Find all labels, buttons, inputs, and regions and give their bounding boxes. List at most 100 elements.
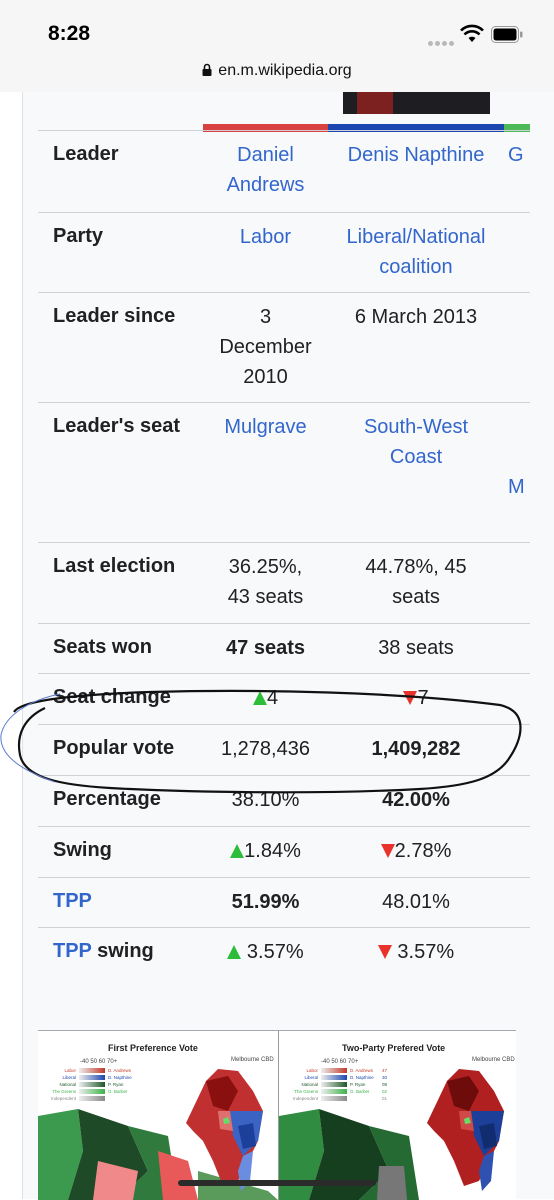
greens-value-cell-clipped[interactable]: G [508, 140, 548, 170]
labor-value-cell: 3.57% [203, 937, 328, 967]
first-preference-map [38, 1069, 278, 1200]
cell-text: 3.57% [391, 941, 455, 963]
cell-text: 2010 [243, 366, 288, 388]
greens-value-cell-clipped[interactable]: M [508, 472, 548, 502]
coalition-value-cell: 3.57% [328, 937, 504, 967]
cell-text: 47 seats [226, 637, 305, 659]
cell-text: Andrews [226, 174, 305, 196]
coalition-value-cell: 7 [328, 683, 504, 713]
cell-text: coalition [379, 256, 453, 278]
row-label: Swing [53, 839, 112, 862]
gain-arrow-up-icon [227, 945, 242, 959]
coalition-value-cell: 2.78% [328, 836, 504, 866]
table-row-divider [38, 826, 530, 827]
table-row-divider [38, 623, 530, 624]
coalition-value-cell: 1,409,282 [328, 734, 504, 764]
cell-text: South-West [363, 416, 469, 438]
coalition-value-cell[interactable]: South-West Coast [328, 412, 504, 472]
row-label-text[interactable]: TPP [53, 940, 92, 962]
row-label-text[interactable]: TPP [53, 890, 92, 912]
table-row-divider [38, 724, 530, 725]
cell-text: Labor [239, 226, 292, 248]
cell-text: 1,278,436 [221, 738, 310, 760]
labor-value-cell: 1.84% [203, 836, 328, 866]
labor-value-cell[interactable]: Labor [203, 222, 328, 252]
gain-arrow-up-icon [252, 691, 267, 705]
row-label-text: Percentage [53, 788, 161, 810]
cell-text: 38.10% [231, 789, 300, 811]
row-label-text: Leader's seat [53, 415, 181, 437]
labor-value-cell[interactable]: Mulgrave [203, 412, 328, 442]
row-label-text: Seats won [53, 636, 152, 658]
row-label: Seat change [53, 686, 171, 709]
row-label: Leader [53, 143, 119, 166]
cell-text: Daniel [237, 144, 294, 166]
leader-photo[interactable] [343, 92, 490, 114]
address-bar[interactable]: en.m.wikipedia.org [0, 62, 554, 80]
url-text: en.m.wikipedia.org [218, 62, 352, 79]
table-row-divider [38, 130, 530, 131]
row-label-text: Party [53, 225, 104, 247]
row-label-text: Popular vote [53, 737, 175, 759]
coalition-value-cell[interactable]: Liberal/National coalition [328, 222, 504, 282]
cell-text: 6 March 2013 [354, 306, 478, 328]
table-row-divider [38, 292, 530, 293]
coalition-value-cell: 48.01% [328, 887, 504, 917]
cell-text: 38 seats [378, 637, 454, 659]
cell-text: Mulgrave [224, 416, 307, 438]
wifi-icon [460, 24, 484, 42]
table-row-divider [38, 212, 530, 213]
coalition-value-cell: 6 March 2013 [328, 302, 504, 332]
results-maps-image[interactable]: First Preference Vote Two-Party Prefered… [38, 1030, 516, 1200]
cell-text: 3.57% [241, 941, 304, 963]
labor-value-cell: 3 December 2010 [203, 302, 328, 392]
row-label[interactable]: TPP swing [53, 940, 154, 963]
coalition-value-cell: 38 seats [328, 633, 504, 663]
row-label: Leader's seat [53, 415, 180, 438]
cell-text: 51.99% [231, 891, 300, 913]
cell-text: 2.78% [394, 840, 452, 862]
cell-text: 3 [259, 306, 272, 328]
coalition-value-cell[interactable]: Denis Napthine [328, 140, 504, 170]
table-row-divider [38, 402, 530, 403]
cell-text: Denis Napthine [347, 144, 485, 166]
two-party-map [279, 1069, 504, 1200]
row-label-text: Leader since [53, 305, 176, 327]
cell-text: 42.00% [382, 789, 450, 811]
signal-dots-icon [428, 33, 458, 46]
cell-text: 1,409,282 [371, 738, 461, 760]
row-label: Last election [53, 555, 175, 578]
row-label-text: Swing [53, 839, 112, 861]
home-indicator[interactable] [178, 1180, 376, 1186]
row-label: Seats won [53, 636, 152, 659]
coalition-value-cell: 42.00% [328, 785, 504, 815]
cell-text: 44.78%, 45 [365, 556, 467, 578]
row-label-suffix: swing [91, 940, 154, 962]
gain-arrow-up-icon [230, 844, 245, 858]
battery-icon [491, 26, 523, 43]
status-bar: 8:28 en.m.wikipedia.org [0, 0, 554, 92]
cell-text: Coast [389, 446, 443, 468]
cell-text: seats [392, 586, 440, 608]
clock: 8:28 [48, 22, 91, 45]
row-label[interactable]: TPP [53, 890, 92, 913]
row-label-text: Last election [53, 555, 176, 577]
row-label: Leader since [53, 305, 175, 328]
labor-value-cell: 36.25%, 43 seats [203, 552, 328, 612]
loss-arrow-down-icon [403, 691, 418, 705]
labor-value-cell: 51.99% [203, 887, 328, 917]
row-label: Party [53, 225, 103, 248]
row-label: Percentage [53, 788, 161, 811]
cell-text: 48.01% [382, 891, 450, 913]
labor-value-cell: 4 [203, 683, 328, 713]
row-label-text: Seat change [53, 686, 171, 708]
table-row-divider [38, 775, 530, 776]
labor-value-cell[interactable]: Daniel Andrews [203, 140, 328, 200]
table-row-divider [38, 927, 530, 928]
labor-value-cell: 38.10% [203, 785, 328, 815]
loss-arrow-down-icon [380, 844, 395, 858]
labor-value-cell: 1,278,436 [203, 734, 328, 764]
loss-arrow-down-icon [377, 945, 392, 959]
row-label: Popular vote [53, 737, 174, 760]
table-row-divider [38, 542, 530, 543]
